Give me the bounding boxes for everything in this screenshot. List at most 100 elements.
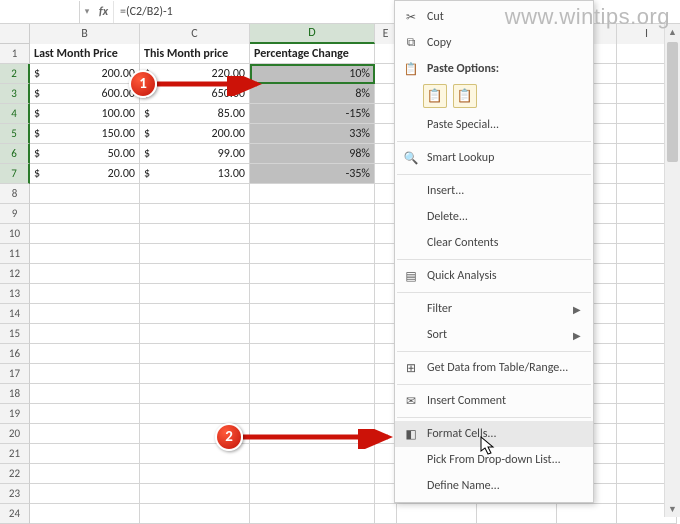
row-header[interactable]: 9 [0, 204, 30, 224]
cell[interactable] [30, 504, 140, 524]
cell[interactable] [250, 464, 375, 484]
cell[interactable] [30, 384, 140, 404]
menu-delete[interactable]: Delete... [395, 204, 593, 230]
cell[interactable]: $85.00 [140, 104, 250, 124]
row-header[interactable]: 20 [0, 424, 30, 444]
cell[interactable] [30, 264, 140, 284]
cell[interactable]: $20.00 [30, 164, 140, 184]
menu-copy[interactable]: ⧉ Copy [395, 30, 593, 56]
cell[interactable] [250, 384, 375, 404]
cell[interactable]: $200.00 [30, 64, 140, 84]
row-header[interactable]: 18 [0, 384, 30, 404]
insert-function-icon[interactable]: fx [94, 1, 114, 23]
col-header-b[interactable]: B [30, 24, 140, 44]
cell[interactable] [30, 304, 140, 324]
row-header[interactable]: 5 [0, 124, 30, 144]
cell[interactable]: 98% [250, 144, 375, 164]
menu-clear-contents[interactable]: Clear Contents [395, 230, 593, 256]
row-header[interactable]: 22 [0, 464, 30, 484]
cell[interactable] [250, 184, 375, 204]
row-header[interactable]: 4 [0, 104, 30, 124]
cell[interactable] [140, 364, 250, 384]
cell[interactable] [557, 504, 617, 524]
paste-values-button[interactable]: 📋 [453, 84, 477, 108]
row-header[interactable]: 10 [0, 224, 30, 244]
cell[interactable]: 8% [250, 84, 375, 104]
cell[interactable]: $99.00 [140, 144, 250, 164]
row-header[interactable]: 7 [0, 164, 30, 184]
menu-insert-comment[interactable]: ✉ Insert Comment [395, 388, 593, 414]
cell[interactable] [250, 364, 375, 384]
menu-get-data[interactable]: ⊞ Get Data from Table/Range... [395, 355, 593, 381]
cell[interactable] [30, 224, 140, 244]
cell[interactable] [250, 224, 375, 244]
row-header[interactable]: 3 [0, 84, 30, 104]
cell[interactable] [140, 404, 250, 424]
cell[interactable] [250, 404, 375, 424]
menu-smart-lookup[interactable]: 🔍 Smart Lookup [395, 145, 593, 171]
cell[interactable] [30, 184, 140, 204]
menu-quick-analysis[interactable]: ▤ Quick Analysis [395, 263, 593, 289]
cell[interactable] [140, 384, 250, 404]
cell[interactable] [140, 324, 250, 344]
cell[interactable] [250, 204, 375, 224]
cell[interactable] [140, 264, 250, 284]
row-header[interactable]: 15 [0, 324, 30, 344]
cell[interactable] [30, 204, 140, 224]
name-box[interactable] [0, 1, 80, 23]
row-header[interactable]: 21 [0, 444, 30, 464]
cell[interactable]: -35% [250, 164, 375, 184]
row-header[interactable]: 6 [0, 144, 30, 164]
cell[interactable] [250, 264, 375, 284]
cell[interactable]: 10% [250, 64, 375, 84]
cell[interactable] [250, 244, 375, 264]
cell[interactable] [140, 224, 250, 244]
row-header[interactable]: 19 [0, 404, 30, 424]
paste-default-button[interactable]: 📋 [423, 84, 447, 108]
row-header[interactable]: 14 [0, 304, 30, 324]
cell[interactable] [30, 284, 140, 304]
cell[interactable] [250, 304, 375, 324]
col-header-c[interactable]: C [140, 24, 250, 44]
cell[interactable] [140, 184, 250, 204]
cell[interactable] [140, 504, 250, 524]
cell[interactable] [140, 284, 250, 304]
menu-insert[interactable]: Insert... [395, 178, 593, 204]
cell[interactable]: $200.00 [140, 124, 250, 144]
row-header[interactable]: 17 [0, 364, 30, 384]
cell[interactable] [140, 484, 250, 504]
cell[interactable]: 33% [250, 124, 375, 144]
cell[interactable] [250, 344, 375, 364]
menu-filter[interactable]: Filter ▶ [395, 296, 593, 322]
menu-paste-special[interactable]: Paste Special... [395, 112, 593, 138]
cell[interactable] [140, 344, 250, 364]
cell[interactable]: -15% [250, 104, 375, 124]
row-header[interactable]: 1 [0, 44, 30, 64]
cell[interactable]: $13.00 [140, 164, 250, 184]
col-header-d[interactable]: D [250, 24, 375, 44]
select-all-corner[interactable] [0, 24, 30, 43]
cell[interactable] [250, 284, 375, 304]
cell[interactable]: $150.00 [30, 124, 140, 144]
cell[interactable] [30, 364, 140, 384]
cell[interactable]: $100.00 [30, 104, 140, 124]
cell[interactable] [375, 504, 397, 524]
row-header[interactable]: 12 [0, 264, 30, 284]
cell[interactable] [140, 244, 250, 264]
cell[interactable] [30, 324, 140, 344]
vertical-scrollbar[interactable]: ▲ ▼ [664, 24, 680, 517]
cell[interactable] [397, 504, 477, 524]
cell[interactable] [140, 204, 250, 224]
cell[interactable]: $600.00 [30, 84, 140, 104]
cell[interactable]: Last Month Price [30, 44, 140, 64]
cell[interactable]: Percentage Change [250, 44, 375, 64]
cell[interactable]: $50.00 [30, 144, 140, 164]
cell[interactable] [250, 324, 375, 344]
cell[interactable] [30, 484, 140, 504]
row-header[interactable]: 2 [0, 64, 30, 84]
menu-sort[interactable]: Sort ▶ [395, 322, 593, 348]
menu-define-name[interactable]: Define Name... [395, 473, 593, 499]
row-header[interactable]: 13 [0, 284, 30, 304]
row-header[interactable]: 23 [0, 484, 30, 504]
cell[interactable] [30, 404, 140, 424]
